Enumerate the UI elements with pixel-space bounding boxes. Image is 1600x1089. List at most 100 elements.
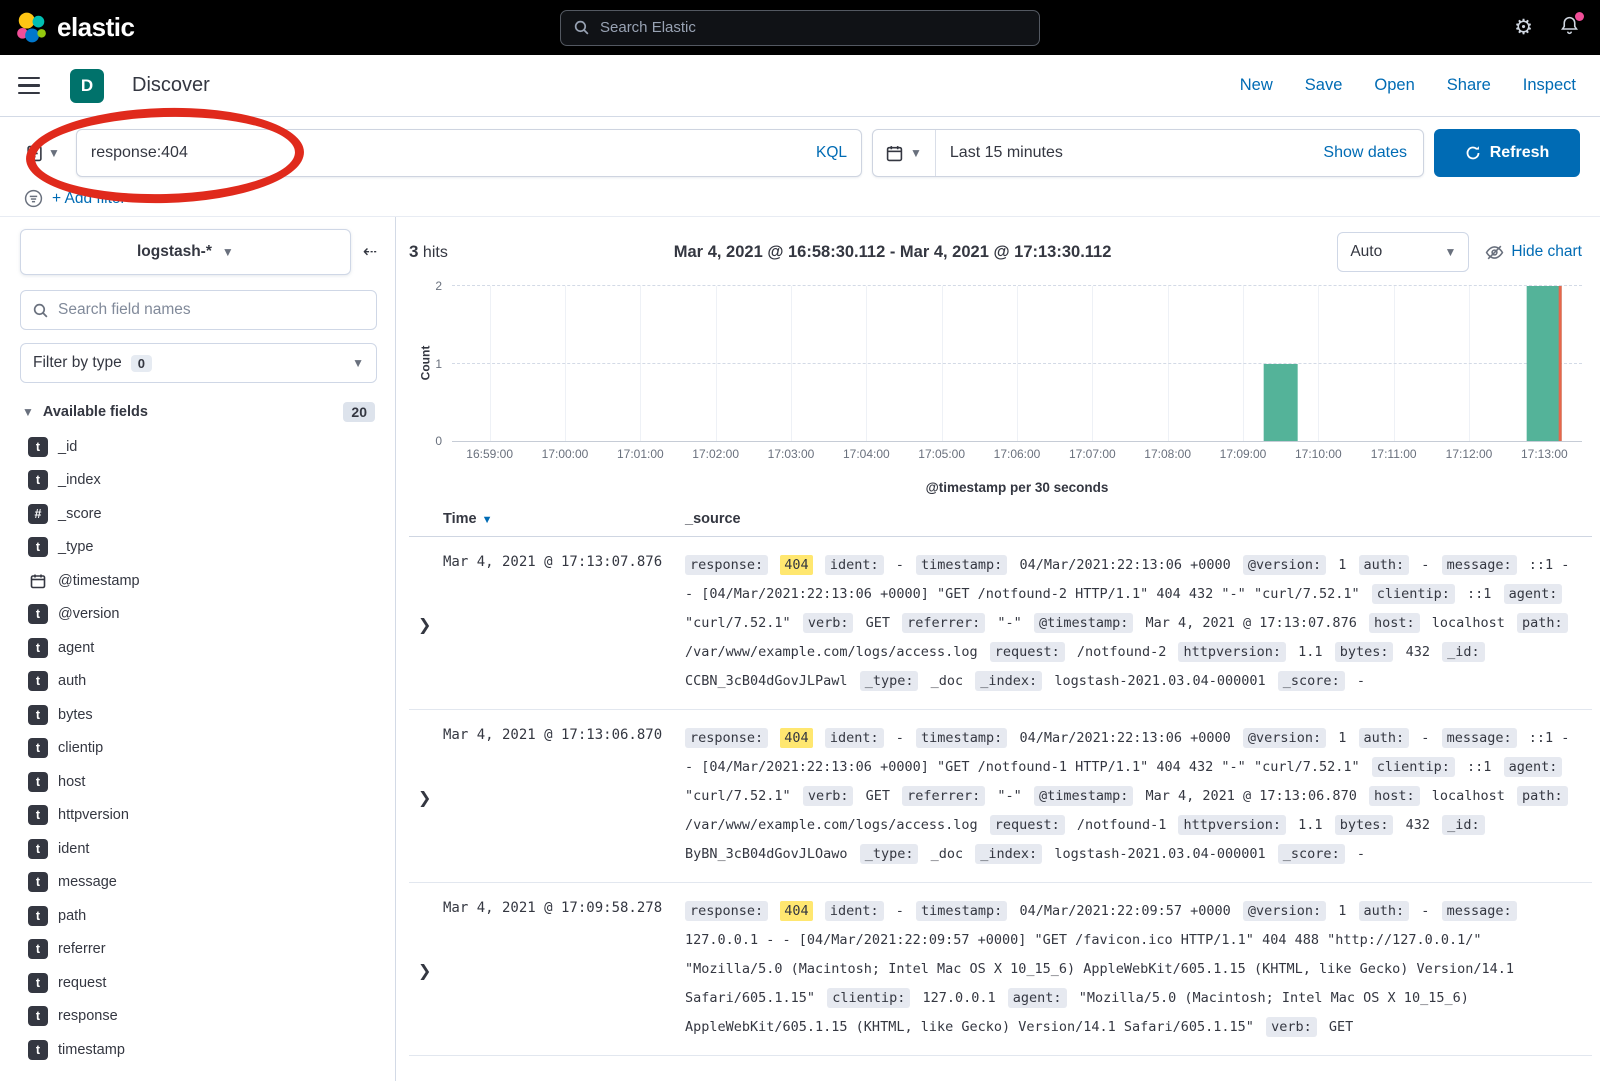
field-item-bytes[interactable]: tbytes [20, 698, 377, 732]
field-item-clientip[interactable]: tclientip [20, 732, 377, 766]
query-bar: ▼ response:404 KQL ▼ Last 15 minutes Sho… [0, 117, 1600, 217]
time-range-label[interactable]: Last 15 minutes [936, 144, 1324, 162]
string-field-icon: t [28, 906, 48, 926]
field-value: Mar 4, 2021 @ 17:13:06.870 [1146, 788, 1357, 804]
field-list: t_idt_index#_scoret_type@timestampt@vers… [20, 430, 377, 1067]
expand-document-icon[interactable]: ❯ [409, 724, 443, 869]
index-pattern-select[interactable]: logstash-* ▼ [20, 229, 351, 275]
add-filter-link[interactable]: + Add filter [52, 190, 126, 208]
saved-queries-button[interactable]: ▼ [20, 129, 66, 177]
x-tick-label: 17:00:00 [542, 447, 589, 461]
help-icon[interactable]: ⚙ [1514, 17, 1533, 38]
field-name-badge: agent: [1504, 584, 1563, 604]
query-language-button[interactable]: KQL [816, 144, 847, 162]
field-name-badge: ident: [825, 555, 884, 575]
field-item-path[interactable]: tpath [20, 899, 377, 933]
action-save-link[interactable]: Save [1305, 76, 1343, 95]
field-value: ::1 [1467, 586, 1491, 602]
field-item-timestamp[interactable]: ttimestamp [20, 1033, 377, 1067]
field-item-response[interactable]: tresponse [20, 1000, 377, 1034]
field-item-message[interactable]: tmessage [20, 866, 377, 900]
table-row: ❯Mar 4, 2021 @ 17:13:07.876response: 404… [409, 537, 1592, 710]
available-fields-header[interactable]: ▼ Available fields 20 [20, 402, 377, 422]
field-value: "curl/7.52.1" [685, 615, 791, 631]
show-dates-link[interactable]: Show dates [1323, 144, 1423, 162]
histogram-bar[interactable] [1527, 286, 1562, 441]
field-item-auth[interactable]: tauth [20, 665, 377, 699]
field-name-badge: _type: [860, 671, 919, 691]
field-item-_type[interactable]: t_type [20, 531, 377, 565]
string-field-icon: t [28, 872, 48, 892]
date-quick-select-button[interactable]: ▼ [873, 130, 936, 176]
field-value: /var/www/example.com/logs/access.log [685, 817, 978, 833]
field-name: _index [58, 472, 101, 488]
histogram-chart[interactable]: Count 012 16:59:0017:00:0017:01:0017:02:… [406, 286, 1582, 495]
field-name-badge: response: [685, 901, 768, 921]
refresh-button[interactable]: Refresh [1434, 129, 1580, 177]
string-field-icon: t [28, 772, 48, 792]
field-item-_score[interactable]: #_score [20, 497, 377, 531]
time-column-header[interactable]: Time▼ [443, 511, 685, 527]
field-value: - [1357, 846, 1365, 862]
field-name-badge: request: [990, 642, 1065, 662]
field-value: logstash-2021.03.04-000001 [1054, 673, 1265, 689]
alerts-icon[interactable] [1559, 15, 1580, 40]
filter-by-type-select[interactable]: Filter by type 0 ▼ [20, 343, 377, 383]
field-item-_id[interactable]: t_id [20, 430, 377, 464]
action-inspect-link[interactable]: Inspect [1523, 76, 1576, 95]
field-item-host[interactable]: thost [20, 765, 377, 799]
field-search-input[interactable]: Search field names [20, 290, 377, 330]
string-field-icon: t [28, 470, 48, 490]
menu-icon[interactable] [18, 77, 40, 95]
field-name: response [58, 1008, 118, 1024]
action-open-link[interactable]: Open [1374, 76, 1414, 95]
field-item-httpversion[interactable]: thttpversion [20, 799, 377, 833]
field-value: - [896, 730, 904, 746]
document-time: Mar 4, 2021 @ 17:13:06.870 [443, 724, 685, 869]
field-value: _doc [931, 673, 964, 689]
field-item-@version[interactable]: t@version [20, 598, 377, 632]
field-item-request[interactable]: trequest [20, 966, 377, 1000]
elastic-brand[interactable]: elastic [0, 11, 134, 45]
y-tick-label: 1 [435, 357, 442, 371]
query-input[interactable]: response:404 KQL [76, 129, 862, 177]
field-item-_index[interactable]: t _index [20, 464, 377, 498]
sort-desc-icon[interactable]: ▼ [482, 514, 493, 526]
discover-main: 3 hits Mar 4, 2021 @ 16:58:30.112 - Mar … [396, 217, 1600, 1081]
document-source: response: 404 ident: - timestamp: 04/Mar… [685, 551, 1592, 696]
action-new-link[interactable]: New [1240, 76, 1273, 95]
table-body: ❯Mar 4, 2021 @ 17:13:07.876response: 404… [409, 537, 1592, 1056]
field-name-badge: verb: [1266, 1017, 1317, 1037]
global-search-input[interactable]: Search Elastic [560, 10, 1040, 46]
field-item-ident[interactable]: tident [20, 832, 377, 866]
collapse-sidebar-icon[interactable]: ⇠ [363, 242, 377, 262]
field-name-badge: ident: [825, 728, 884, 748]
x-axis-label: @timestamp per 30 seconds [406, 480, 1582, 495]
field-item-agent[interactable]: tagent [20, 631, 377, 665]
field-item-@timestamp[interactable]: @timestamp [20, 564, 377, 598]
field-value: 04/Mar/2021:22:13:06 +0000 [1019, 557, 1230, 573]
field-value: GET [1329, 1019, 1353, 1035]
field-name-badge: _index: [975, 671, 1042, 691]
field-value: localhost [1432, 615, 1505, 631]
field-name-badge: agent: [1008, 988, 1067, 1008]
interval-select[interactable]: Auto ▼ [1337, 232, 1469, 272]
action-share-link[interactable]: Share [1447, 76, 1491, 95]
field-value: "-" [997, 788, 1021, 804]
query-text: response:404 [91, 144, 816, 162]
field-item-referrer[interactable]: treferrer [20, 933, 377, 967]
expand-document-icon[interactable]: ❯ [409, 897, 443, 1042]
search-icon [32, 302, 49, 319]
hide-chart-link[interactable]: Hide chart [1485, 243, 1582, 262]
field-value: 1 [1338, 557, 1346, 573]
x-tick-label: 17:11:00 [1371, 447, 1417, 461]
string-field-icon: t [28, 638, 48, 658]
field-name-badge: _score: [1278, 844, 1345, 864]
field-value: - [1421, 903, 1429, 919]
field-name: @version [58, 606, 119, 622]
field-name-badge: message: [1442, 555, 1517, 575]
expand-document-icon[interactable]: ❯ [409, 551, 443, 696]
histogram-bar[interactable] [1263, 364, 1298, 442]
discover-app-badge[interactable]: D [70, 69, 104, 103]
type-filter-count-badge: 0 [131, 355, 152, 372]
